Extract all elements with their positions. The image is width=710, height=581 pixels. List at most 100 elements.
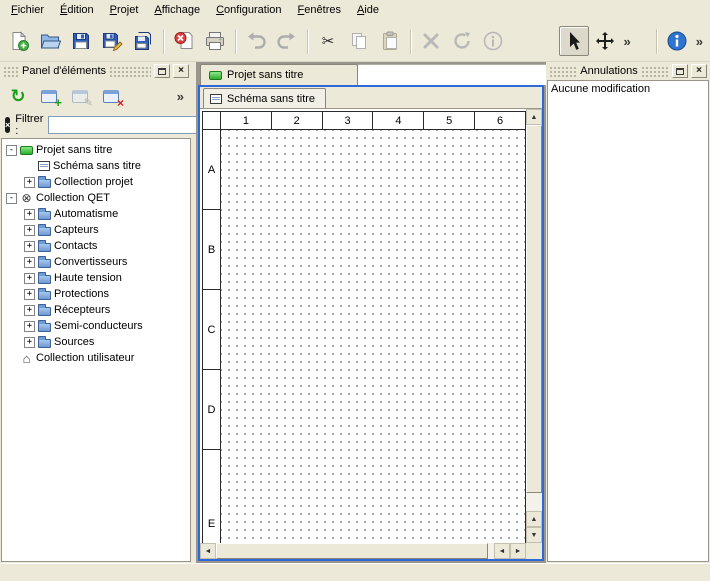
tree-item-label: Contacts [54, 240, 97, 252]
scroll-left-button[interactable]: ◄ [200, 543, 216, 559]
tree-item-collection-utilisateur[interactable]: Collection utilisateur [2, 350, 190, 366]
float-panel-button[interactable] [672, 64, 688, 78]
dock-grip[interactable] [3, 66, 19, 77]
toolbar-overflow-chevron-2[interactable]: » [693, 34, 706, 49]
panel-overflow-chevron[interactable]: » [174, 89, 187, 104]
copy-icon [348, 30, 370, 52]
tree-item-haute-tension[interactable]: + Haute tension [2, 270, 190, 286]
menu-projet[interactable]: Projet [102, 0, 147, 21]
rotate-button[interactable] [447, 26, 477, 56]
paste-button[interactable] [375, 26, 405, 56]
menu-affichage[interactable]: Affichage [146, 0, 208, 21]
scroll-track[interactable] [526, 493, 542, 511]
horizontal-scrollbar[interactable]: ◄ ◄ ► [200, 543, 526, 559]
menu-aide[interactable]: Aide [349, 0, 387, 21]
cut-button[interactable]: ✂ [313, 26, 343, 56]
expander-icon[interactable]: + [24, 177, 35, 188]
tree-item-semi-conducteurs[interactable]: + Semi-conducteurs [2, 318, 190, 334]
filter-input[interactable] [48, 116, 198, 134]
schema-tab[interactable]: Schéma sans titre [203, 88, 326, 108]
scroll-up-button[interactable]: ▲ [526, 109, 542, 125]
tree-item-capteurs[interactable]: + Capteurs [2, 222, 190, 238]
new-document-button[interactable] [4, 26, 34, 56]
project-icon [20, 146, 33, 155]
toolbar-overflow-chevron[interactable]: » [621, 34, 634, 49]
copy-button[interactable] [344, 26, 374, 56]
tree-item-collection-qet[interactable]: - Collection QET [2, 190, 190, 206]
save-button[interactable] [66, 26, 96, 56]
undo-button[interactable] [241, 26, 271, 56]
scroll-down-button[interactable]: ▼ [526, 527, 542, 543]
tree-item-label: Semi-conducteurs [54, 320, 143, 332]
horizontal-scroll-thumb[interactable] [216, 543, 488, 559]
menu-configuration[interactable]: Configuration [208, 0, 289, 21]
diagram-sheet: 1 2 3 4 5 6 A B C D [202, 111, 526, 543]
qet-collection-icon [20, 192, 33, 205]
delete-element-button[interactable]: × [98, 84, 124, 108]
editor-bottom: ◄ ◄ ► [200, 543, 542, 559]
diagram-viewport[interactable]: 1 2 3 4 5 6 A B C D [200, 109, 526, 543]
clear-filter-button[interactable]: × [5, 117, 10, 133]
scroll-right-button[interactable]: ► [510, 543, 526, 559]
tree-item-convertisseurs[interactable]: + Convertisseurs [2, 254, 190, 270]
scroll-up-button-bottom[interactable]: ▲ [526, 511, 542, 527]
open-project-button[interactable] [35, 26, 65, 56]
dock-grip[interactable] [641, 66, 669, 77]
expander-icon[interactable]: + [24, 241, 35, 252]
toolbar-separator [163, 29, 164, 54]
toolbar-separator [307, 29, 308, 54]
vertical-scroll-thumb[interactable] [526, 125, 542, 493]
tree-item-schema[interactable]: Schéma sans titre [2, 158, 190, 174]
element-info-button[interactable] [478, 26, 508, 56]
tree-item-collection-projet[interactable]: + Collection projet [2, 174, 190, 190]
float-icon [158, 68, 166, 75]
expander-icon[interactable]: + [24, 305, 35, 316]
expander-icon[interactable]: + [24, 225, 35, 236]
tree-item-automatisme[interactable]: + Automatisme [2, 206, 190, 222]
close-panel-button[interactable]: × [691, 64, 707, 78]
vertical-scrollbar[interactable]: ▲ ▲ ▼ [526, 109, 542, 543]
tree-item-project[interactable]: - Projet sans titre [2, 142, 190, 158]
save-as-button[interactable] [97, 26, 127, 56]
folder-icon [38, 291, 51, 300]
new-element-button[interactable]: + [36, 84, 62, 108]
print-button[interactable] [200, 26, 230, 56]
menu-fichier[interactable]: Fichier [3, 0, 52, 21]
expander-icon[interactable]: + [24, 209, 35, 220]
cut-icon: ✂ [322, 34, 335, 49]
delete-button[interactable] [416, 26, 446, 56]
tree-item-label: Haute tension [54, 272, 122, 284]
reload-collections-button[interactable]: ↻ [5, 84, 31, 108]
redo-button[interactable] [272, 26, 302, 56]
diagram-grid-canvas[interactable] [221, 130, 525, 543]
tree-item-sources[interactable]: + Sources [2, 334, 190, 350]
tree-item-label: Sources [54, 336, 94, 348]
expander-icon[interactable]: + [24, 321, 35, 332]
project-tab[interactable]: Projet sans titre [200, 64, 358, 85]
tree-item-contacts[interactable]: + Contacts [2, 238, 190, 254]
expander-icon[interactable]: - [6, 193, 17, 204]
folder-icon [38, 243, 51, 252]
float-panel-button[interactable] [154, 64, 170, 78]
expander-icon[interactable]: + [24, 257, 35, 268]
close-file-button[interactable] [169, 26, 199, 56]
tree-item-recepteurs[interactable]: + Récepteurs [2, 302, 190, 318]
edit-element-button[interactable]: ✎ [67, 84, 93, 108]
menu-fenetres[interactable]: Fenêtres [290, 0, 349, 21]
dock-grip[interactable] [549, 66, 577, 77]
tree-item-protections[interactable]: + Protections [2, 286, 190, 302]
save-all-button[interactable] [128, 26, 158, 56]
close-panel-button[interactable]: × [173, 64, 189, 78]
move-tool-button[interactable] [590, 26, 620, 56]
menu-edition[interactable]: Édition [52, 0, 102, 21]
folder-icon [38, 339, 51, 348]
expander-icon[interactable]: + [24, 289, 35, 300]
expander-icon[interactable]: + [24, 337, 35, 348]
scrollbar-corner [526, 543, 542, 559]
dock-grip[interactable] [109, 66, 151, 77]
scroll-left-button-right[interactable]: ◄ [494, 543, 510, 559]
about-qet-button[interactable] [662, 26, 692, 56]
expander-icon[interactable]: - [6, 145, 17, 156]
select-tool-button[interactable] [559, 26, 589, 56]
expander-icon[interactable]: + [24, 273, 35, 284]
